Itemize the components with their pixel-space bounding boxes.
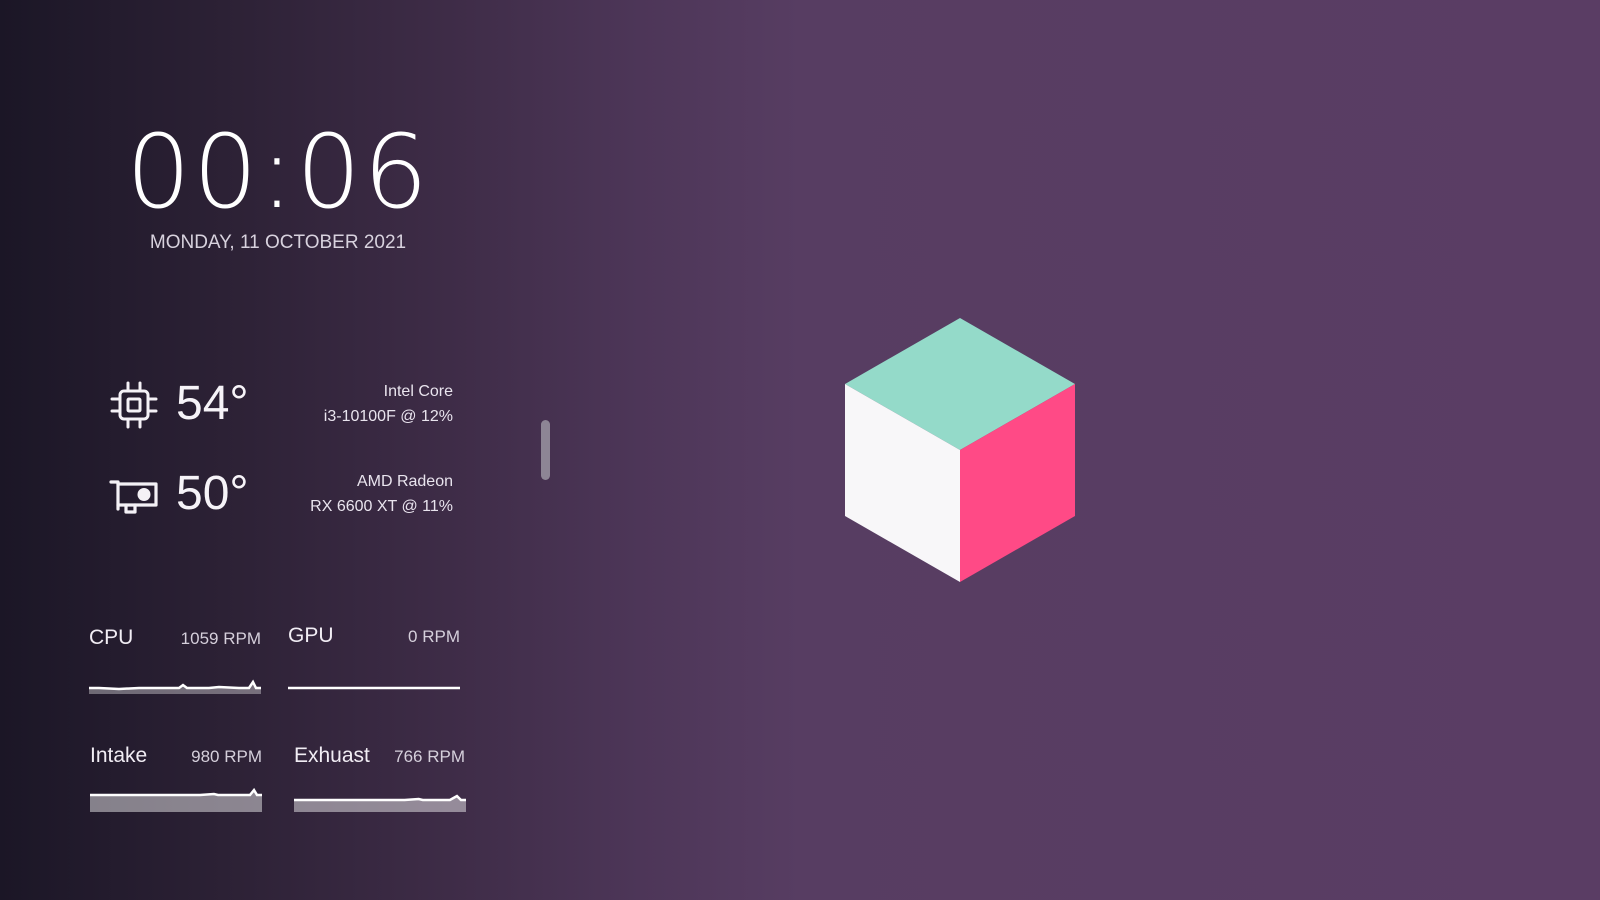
gpu-temperature-value: 50° <box>176 467 249 520</box>
fan-gpu-graph <box>288 686 460 690</box>
fan-cpu-label: CPU <box>89 626 134 649</box>
gpu-detail: RX 6600 XT @ 11% <box>310 498 453 515</box>
cpu-temperature-value: 54° <box>176 377 249 430</box>
clock-widget: 00:06 MONDAY, 11 OCTOBER 2021 <box>110 118 446 254</box>
isometric-cube-logo <box>845 318 1075 582</box>
fan-intake-rpm: 980 RPM <box>191 747 262 766</box>
cpu-detail: i3-10100F @ 12% <box>323 408 453 425</box>
fan-intake-label: Intake <box>90 744 148 767</box>
fan-cpu-rpm: 1059 RPM <box>180 629 261 648</box>
cpu-chip-icon <box>110 381 158 429</box>
gpu-model-label: AMD Radeon RX 6600 XT @ 11% <box>310 469 453 519</box>
scroll-handle[interactable] <box>541 420 550 480</box>
gpu-name: AMD Radeon <box>356 473 453 490</box>
fan-cpu: CPU 1059 RPM <box>89 626 261 706</box>
clock-time: 00:06 <box>126 113 430 232</box>
graphics-card-icon <box>109 480 158 514</box>
cpu-model-label: Intel Core i3-10100F @ 12% <box>324 379 453 429</box>
fan-gpu-rpm: 0 RPM <box>408 627 460 646</box>
fan-exhaust: Exhuast 766 RPM <box>294 744 466 824</box>
fan-exhaust-label: Exhuast <box>294 744 370 767</box>
fan-gpu: GPU 0 RPM <box>288 624 460 704</box>
cpu-temperature-row: 54° Intel Core i3-10100F @ 12% <box>108 375 453 435</box>
fan-exhaust-rpm: 766 RPM <box>394 747 465 766</box>
clock-date: MONDAY, 11 OCTOBER 2021 <box>149 232 407 253</box>
fan-cpu-graph <box>89 679 261 694</box>
gpu-temperature-row: 50° AMD Radeon RX 6600 XT @ 11% <box>108 465 453 525</box>
fan-intake: Intake 980 RPM <box>90 744 262 824</box>
fan-gpu-label: GPU <box>288 624 334 647</box>
fan-intake-graph <box>90 787 262 812</box>
cpu-name: Intel Core <box>383 383 453 400</box>
fan-exhaust-graph <box>294 794 466 812</box>
